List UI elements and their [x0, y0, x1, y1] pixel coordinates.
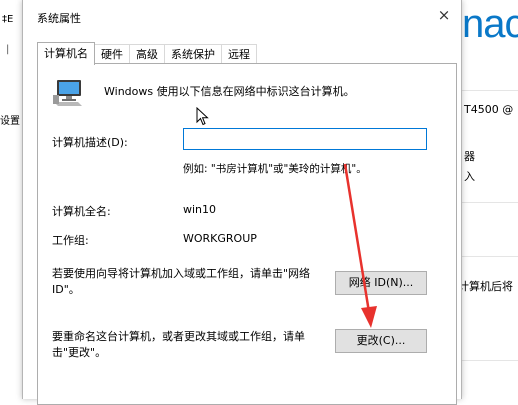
rename-description: 要重命名这台计算机，或者更改其域或工作组，请单击"更改"。 — [52, 330, 305, 359]
description-label: 计算机描述(D): — [52, 136, 128, 149]
full-name-label: 计算机全名: — [52, 205, 111, 218]
tab-system-protection[interactable]: 系统保护 — [164, 44, 222, 65]
description-example: 例如: "书房计算机"或"美玲的计算机"。 — [183, 163, 367, 175]
background-text-fragment: ‡E — [2, 14, 14, 25]
tab-advanced[interactable]: 高级 — [129, 44, 165, 65]
dialog-title: 系统属性 — [37, 12, 81, 25]
network-id-description: 若要使用向导将计算机加入域或工作组，请单击"网络 ID"。 — [52, 267, 311, 296]
tab-computer-name[interactable]: 计算机名 — [37, 42, 95, 65]
background-divider — [462, 360, 518, 361]
close-icon[interactable]: × — [435, 6, 453, 24]
computer-name-panel: Windows 使用以下信息在网络中标识这台计算机。 计算机描述(D): 例如:… — [37, 63, 457, 405]
tab-hardware[interactable]: 硬件 — [94, 44, 130, 65]
mouse-cursor-icon — [196, 107, 209, 126]
background-left-strip — [0, 0, 22, 399]
background-text-fragment: T4500 @ — [464, 103, 514, 116]
system-properties-dialog: 系统属性 × 计算机名 硬件 高级 系统保护 远程 Windows 使用以下信息… — [22, 0, 462, 405]
intro-text: Windows 使用以下信息在网络中标识这台计算机。 — [104, 85, 355, 98]
background-divider — [462, 90, 518, 91]
change-button[interactable]: 更改(C)... — [335, 329, 427, 353]
background-text-fragment: 器 — [464, 150, 475, 163]
background-text-fragment: 设置 — [0, 116, 20, 127]
full-name-value: win10 — [183, 203, 217, 216]
tab-strip: 计算机名 硬件 高级 系统保护 远程 — [37, 42, 257, 65]
background-text-fragment: 计算机后将 — [458, 280, 513, 293]
computer-description-input[interactable] — [183, 128, 427, 150]
background-brand-text: nac — [462, 2, 518, 46]
background-divider — [462, 256, 518, 257]
tab-remote[interactable]: 远程 — [221, 44, 257, 65]
workgroup-value: WORKGROUP — [183, 232, 257, 245]
computer-icon — [53, 80, 82, 106]
network-id-button[interactable]: 网络 ID(N)... — [335, 271, 427, 295]
workgroup-label: 工作组: — [52, 234, 89, 247]
background-text-fragment: 入 — [464, 170, 475, 183]
background-divider — [462, 202, 518, 203]
background-text-fragment: | — [6, 44, 10, 55]
